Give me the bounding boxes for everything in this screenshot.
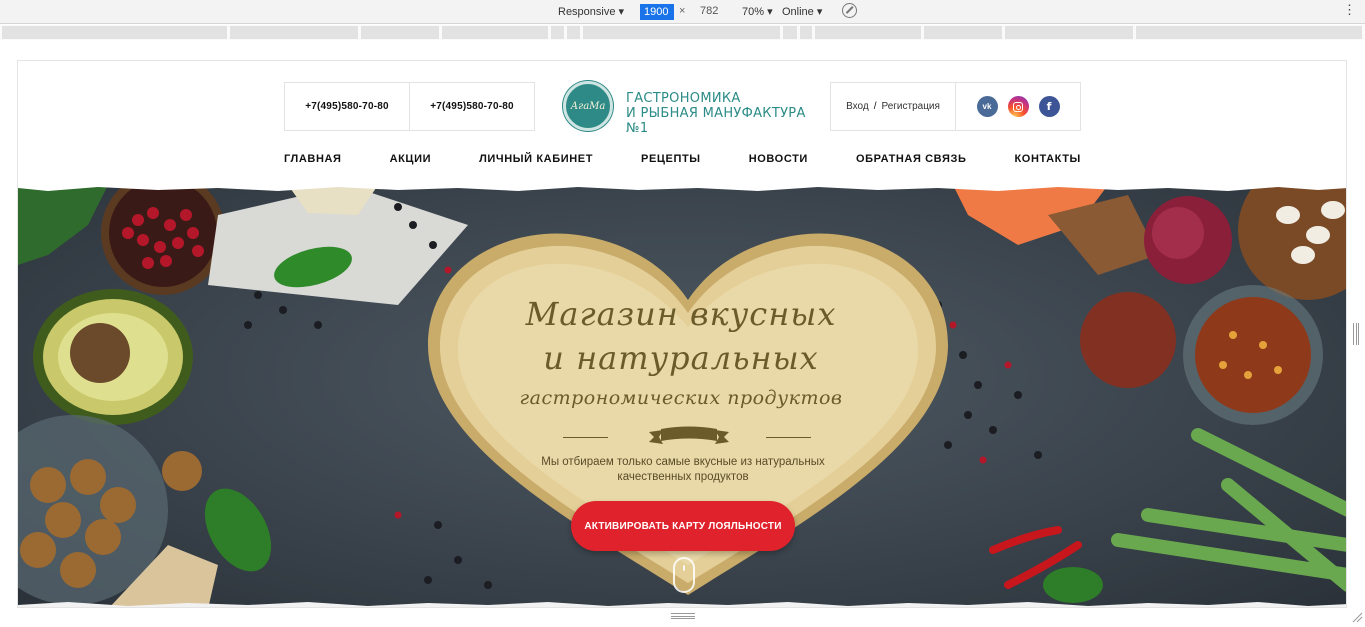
hero-subtitle-line-2: качественных продуктов xyxy=(617,471,749,483)
instagram-icon[interactable] xyxy=(1007,96,1029,117)
media-query-segment[interactable] xyxy=(551,26,564,39)
viewport-height-input[interactable]: 782 xyxy=(700,5,718,17)
ribbon-ornament-icon xyxy=(649,426,729,444)
auth-separator: / xyxy=(873,101,877,112)
rotate-icon[interactable] xyxy=(842,3,857,18)
media-query-segment[interactable] xyxy=(783,26,797,39)
vk-glyph: vk xyxy=(982,102,992,111)
logo-mark: АгаМа xyxy=(570,100,606,112)
torn-edge-bottom xyxy=(18,602,1346,607)
zoom-select[interactable]: 70% ▾ xyxy=(742,5,773,18)
logo-emblem[interactable]: АгаМа xyxy=(563,81,613,131)
auth-box: Вход / Регистрация xyxy=(830,82,956,131)
device-select[interactable]: Responsive ▾ xyxy=(558,5,624,18)
media-query-segment[interactable] xyxy=(800,26,812,39)
media-query-segment[interactable] xyxy=(567,26,580,39)
media-query-segment[interactable] xyxy=(583,26,780,39)
media-query-segment[interactable] xyxy=(230,26,358,39)
dimension-separator: × xyxy=(679,5,686,17)
viewport-width-resize-handle[interactable] xyxy=(1353,323,1359,345)
hero-banner: Магазин вкусных и натуральных гастрономи… xyxy=(18,185,1346,607)
viewport-width-input[interactable]: 1900 xyxy=(640,4,674,20)
hero-title-line-3: гастрономических продуктов xyxy=(519,387,843,409)
scroll-down-mouse-icon[interactable] xyxy=(673,557,695,593)
logo-text[interactable]: Гастрономика и рыбная мануфактура №1 xyxy=(626,91,826,136)
activate-loyalty-card-button[interactable]: АКТИВИРОВАТЬ КАРТУ ЛОЯЛЬНОСТИ xyxy=(571,501,795,551)
nav-item-recipes[interactable]: РЕЦЕПТЫ xyxy=(641,153,701,165)
phone-link-1[interactable]: +7(495)580-70-80 xyxy=(284,82,410,131)
media-query-bar[interactable] xyxy=(0,25,1365,40)
hero-title-line-1: Магазин вкусных xyxy=(525,295,837,333)
facebook-icon[interactable]: f xyxy=(1038,96,1060,117)
more-options-icon[interactable]: ⋮ xyxy=(1343,2,1356,18)
nav-item-contacts[interactable]: КОНТАКТЫ xyxy=(1014,153,1080,165)
facebook-glyph: f xyxy=(1046,100,1052,113)
vk-icon[interactable]: vk xyxy=(976,96,998,117)
viewport-height-resize-handle[interactable] xyxy=(671,613,695,619)
nav-item-news[interactable]: НОВОСТИ xyxy=(749,153,808,165)
media-query-segment[interactable] xyxy=(1005,26,1133,39)
hero-subtitle: Мы отбираем только самые вкусные из нату… xyxy=(508,455,858,485)
logo-line-1: Гастрономика xyxy=(626,91,741,106)
hero-title-line-2: и натуральных xyxy=(543,339,819,377)
media-query-segment[interactable] xyxy=(815,26,921,39)
main-nav: ГЛАВНАЯ АКЦИИ ЛИЧНЫЙ КАБИНЕТ РЕЦЕПТЫ НОВ… xyxy=(284,153,1081,165)
nav-item-account[interactable]: ЛИЧНЫЙ КАБИНЕТ xyxy=(479,153,593,165)
login-link[interactable]: Вход xyxy=(846,101,869,112)
divider-right xyxy=(766,437,811,438)
device-label: Responsive xyxy=(558,6,616,18)
divider-left xyxy=(563,437,608,438)
nav-item-home[interactable]: ГЛАВНАЯ xyxy=(284,153,342,165)
logo-line-2: и рыбная мануфактура №1 xyxy=(626,106,806,136)
devtools-toolbar: Responsive ▾ 1900 × 782 70% ▾ Online ▾ ⋮ xyxy=(0,0,1365,24)
media-query-segment[interactable] xyxy=(442,26,548,39)
social-links: vk f xyxy=(955,82,1081,131)
network-label: Online xyxy=(782,6,814,18)
phone-link-2[interactable]: +7(495)580-70-80 xyxy=(409,82,535,131)
register-link[interactable]: Регистрация xyxy=(881,101,939,112)
network-throttle-select[interactable]: Online ▾ xyxy=(782,5,822,18)
torn-edge-top xyxy=(18,185,1346,191)
hero-subtitle-line-1: Мы отбираем только самые вкусные из нату… xyxy=(541,456,825,468)
zoom-label: 70% xyxy=(742,6,765,18)
nav-item-feedback[interactable]: ОБРАТНАЯ СВЯЗЬ xyxy=(856,153,967,165)
page-viewport: +7(495)580-70-80 +7(495)580-70-80 АгаМа … xyxy=(17,60,1347,608)
media-query-segment[interactable] xyxy=(1136,26,1362,39)
media-query-segment[interactable] xyxy=(2,26,227,39)
media-query-segment[interactable] xyxy=(924,26,1002,39)
media-query-segment[interactable] xyxy=(361,26,439,39)
viewport-corner-resize-icon[interactable] xyxy=(1351,611,1363,623)
nav-item-promotions[interactable]: АКЦИИ xyxy=(390,153,432,165)
